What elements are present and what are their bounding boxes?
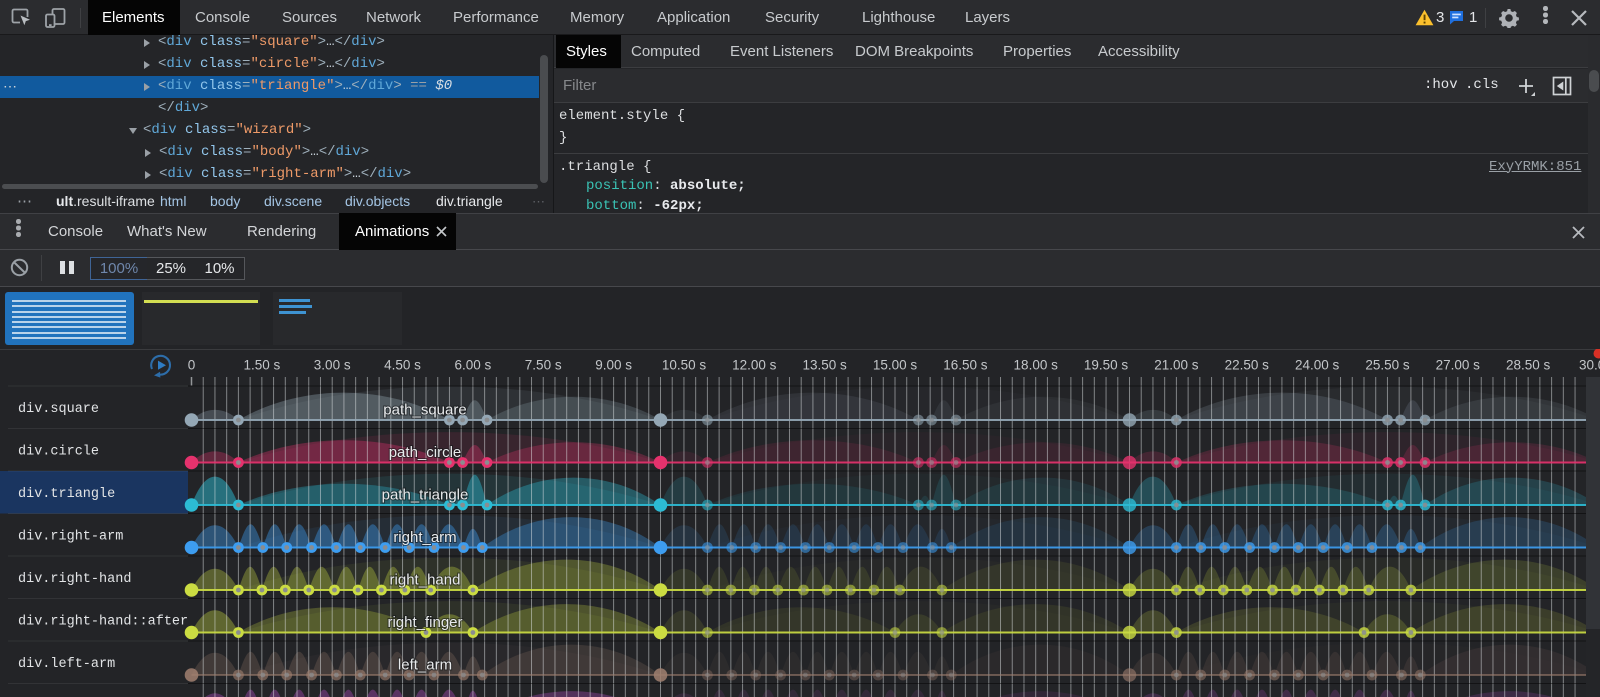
svg-text:3.00 s: 3.00 s [314,358,351,373]
svg-text:div.right-hand: div.right-hand [18,572,131,587]
svg-text:30.0: 30.0 [1579,358,1600,373]
svg-text:div.circle: div.circle [18,445,99,460]
svg-text:13.50 s: 13.50 s [802,358,847,373]
svg-text:15.00 s: 15.00 s [873,358,918,373]
svg-text:21.00 s: 21.00 s [1154,358,1199,373]
svg-text:6.00 s: 6.00 s [455,358,492,373]
svg-text:0: 0 [188,358,196,373]
svg-text:path_square: path_square [383,402,466,419]
svg-text:9.00 s: 9.00 s [595,358,632,373]
svg-text:div.right-hand::after: div.right-hand::after [18,615,188,630]
svg-text:10.50 s: 10.50 s [662,358,707,373]
svg-text:18.00 s: 18.00 s [1014,358,1059,373]
svg-text:div.left-arm: div.left-arm [18,657,115,672]
svg-text:div.triangle: div.triangle [18,487,115,502]
svg-text:4.50 s: 4.50 s [384,358,421,373]
svg-text:path_circle: path_circle [389,444,462,461]
svg-text:div.square: div.square [18,402,99,417]
svg-text:12.00 s: 12.00 s [732,358,777,373]
svg-text:19.50 s: 19.50 s [1084,358,1129,373]
svg-text:27.00 s: 27.00 s [1436,358,1481,373]
svg-text:1.50 s: 1.50 s [244,358,281,373]
svg-text:16.50 s: 16.50 s [943,358,988,373]
svg-text:24.00 s: 24.00 s [1295,358,1340,373]
svg-text:7.50 s: 7.50 s [525,358,562,373]
svg-text:left_arm: left_arm [398,657,452,674]
svg-text:22.50 s: 22.50 s [1225,358,1270,373]
svg-text:28.50 s: 28.50 s [1506,358,1551,373]
svg-text:path_triangle: path_triangle [382,487,469,504]
svg-text:right_finger: right_finger [387,614,462,631]
svg-text:right_hand: right_hand [390,572,461,589]
svg-text:div.right-arm: div.right-arm [18,530,123,545]
svg-text:right_arm: right_arm [393,529,456,546]
svg-text:25.50 s: 25.50 s [1365,358,1410,373]
